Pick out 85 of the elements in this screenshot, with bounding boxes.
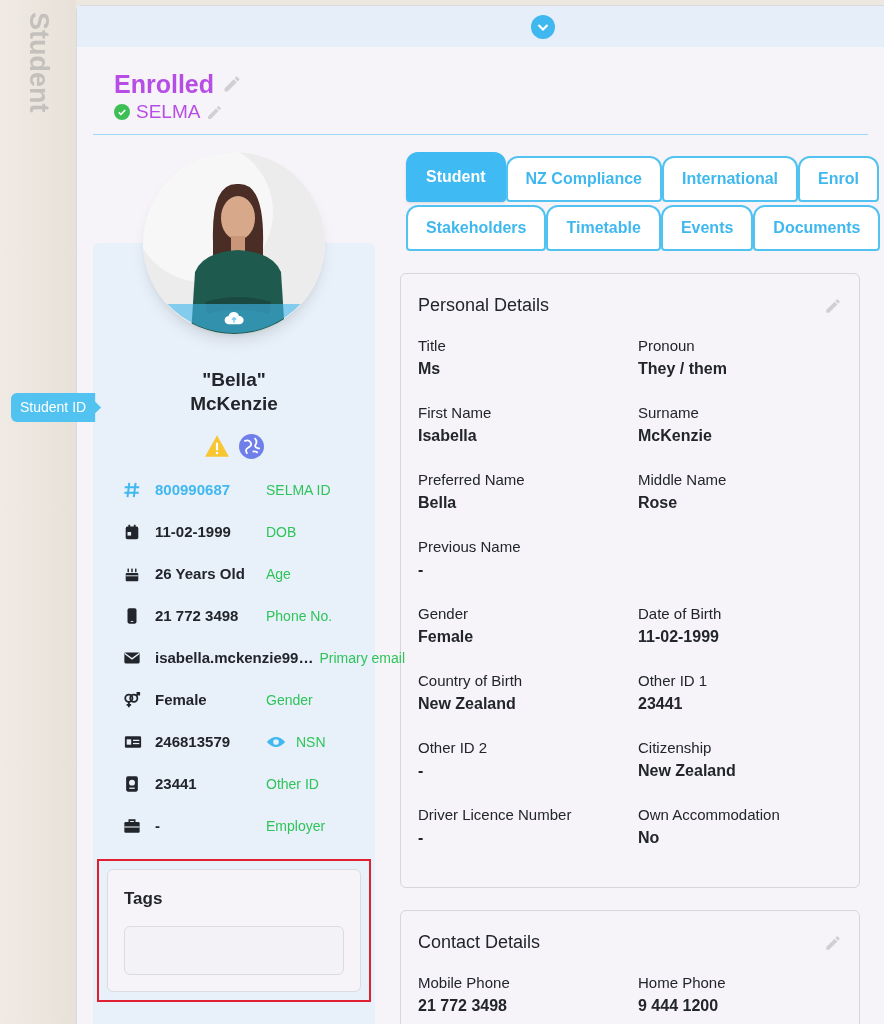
cloud-upload-icon [224, 311, 244, 326]
field-value: New Zealand [638, 761, 737, 781]
field-value: They / them [638, 359, 728, 379]
eye-icon[interactable] [266, 735, 286, 749]
field-label: Mobile Phone [418, 973, 511, 993]
edit-icon[interactable] [206, 103, 224, 121]
warning-icon[interactable] [204, 434, 230, 458]
status-title: Enrolled [114, 69, 214, 99]
briefcase-icon [123, 817, 141, 835]
tab[interactable]: Student [406, 152, 506, 202]
field-label: Preferred Name [418, 470, 526, 490]
fact-value: 21 772 3498 [155, 605, 240, 626]
fact-value: - [155, 815, 161, 836]
fact-value: isabella.mckenzie99… [155, 647, 314, 668]
tags-title: Tags [124, 888, 164, 910]
field-value: No [638, 828, 661, 848]
tab[interactable]: Timetable [546, 205, 661, 251]
field-label: Surname [638, 403, 700, 423]
chevron-down-icon[interactable] [530, 14, 555, 39]
field-value: - [418, 828, 425, 848]
hash-icon [123, 481, 141, 499]
tags-input-field[interactable] [124, 925, 344, 975]
field-label: Own Accommodation [638, 805, 781, 825]
field-value: Isabella [418, 426, 478, 446]
tab[interactable]: NZ Compliance [505, 156, 662, 202]
field-label: Previous Name [418, 537, 522, 557]
card-title: Personal Details [418, 294, 550, 317]
field-value: 9 444 1200 [638, 996, 720, 1016]
fact-value: 11-02-1999 [155, 521, 232, 542]
tab[interactable]: Enrol [798, 156, 879, 202]
gender-icon [123, 691, 141, 709]
passport-icon [123, 775, 141, 793]
field-value: New Zealand [418, 694, 517, 714]
field-label: Country of Birth [418, 671, 524, 691]
tab[interactable]: Documents [753, 205, 881, 251]
tab[interactable]: International [662, 156, 799, 202]
field-label: Driver Licence Number [418, 805, 573, 825]
field-value: McKenzie [638, 426, 713, 446]
tab[interactable]: Stakeholders [406, 205, 547, 251]
calendar-icon [123, 523, 141, 541]
field-label: Gender [418, 604, 470, 624]
id-card-icon [123, 733, 143, 751]
tab[interactable]: Events [660, 205, 754, 251]
fact-label: DOB [266, 522, 297, 542]
fact-value: 246813579 [155, 731, 232, 752]
field-value: 23441 [638, 694, 684, 714]
field-label: First Name [418, 403, 493, 423]
fact-label: Age [266, 564, 291, 584]
edit-icon[interactable] [824, 933, 842, 952]
field-label: Title [418, 336, 447, 356]
fact-label: Other ID [266, 774, 319, 794]
field-label: Pronoun [638, 336, 696, 356]
fact-label: NSN [296, 732, 326, 752]
selma-status: SELMA [136, 100, 201, 124]
fact-value: 23441 [155, 773, 198, 794]
field-value: Bella [418, 493, 458, 513]
fact-label: Employer [266, 816, 326, 836]
fact-label: Phone No. [266, 606, 333, 626]
student-id-tooltip: Student ID [11, 393, 102, 422]
field-value: 21 772 3498 [418, 996, 508, 1016]
edit-icon[interactable] [824, 296, 842, 315]
field-value: 11-02-1999 [638, 627, 720, 647]
field-value: Ms [418, 359, 442, 379]
globe-icon[interactable] [239, 434, 264, 459]
fact-value: 800990687 [155, 479, 232, 500]
fact-label: SELMA ID [266, 480, 331, 500]
field-label: Other ID 2 [418, 738, 489, 758]
field-label: Citizenship [638, 738, 713, 758]
fact-value: 26 Years Old [155, 563, 246, 584]
field-value: Rose [638, 493, 679, 513]
field-label: Other ID 1 [638, 671, 709, 691]
edit-icon[interactable] [222, 74, 242, 94]
fact-value: Female [155, 689, 208, 710]
fact-label: Primary email [319, 648, 405, 668]
field-label: Date of Birth [638, 604, 723, 624]
field-value: Female [418, 627, 475, 647]
student-nickname: "Bella" [202, 368, 266, 392]
field-value: - [418, 560, 425, 580]
field-value: - [418, 761, 425, 781]
card-title: Contact Details [418, 931, 541, 954]
field-label: Middle Name [638, 470, 728, 490]
upload-bar[interactable] [167, 304, 301, 334]
fact-label: Gender [266, 690, 313, 710]
student-surname: McKenzie [190, 392, 278, 416]
field-label: Home Phone [638, 973, 727, 993]
